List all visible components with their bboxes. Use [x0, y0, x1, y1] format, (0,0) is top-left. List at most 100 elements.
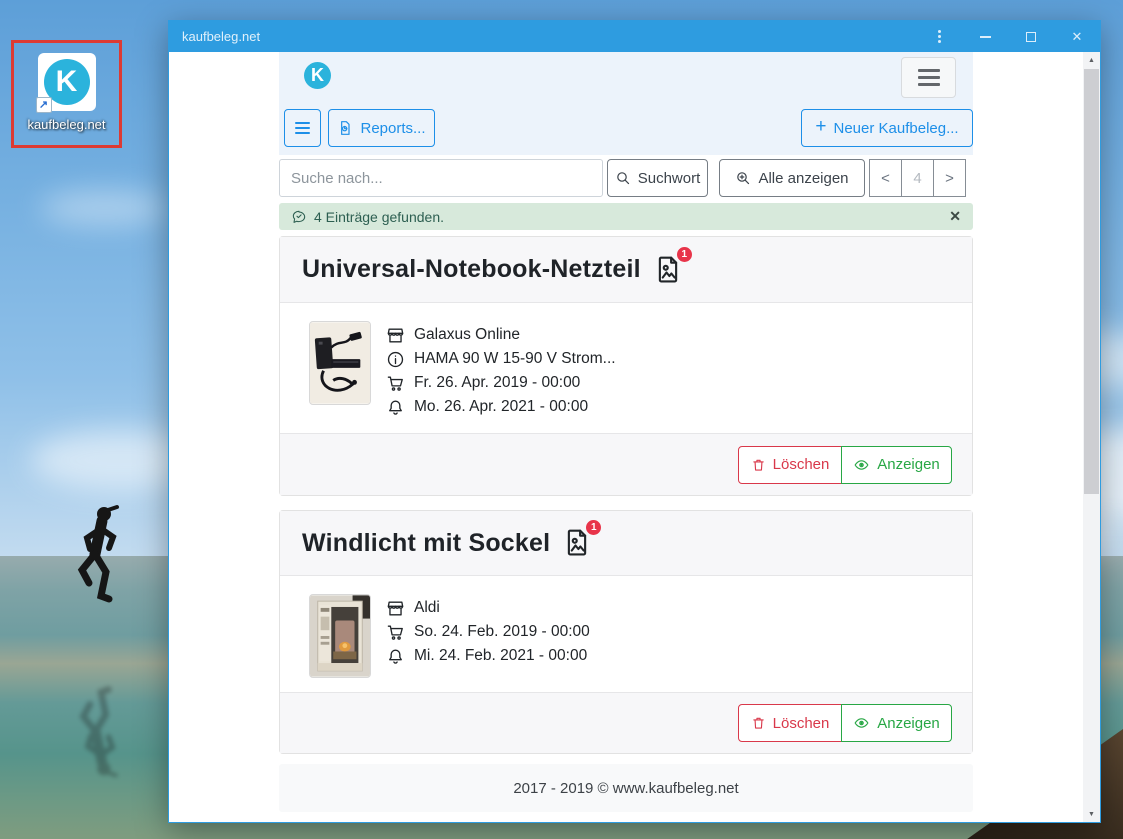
close-icon: ✕	[1072, 29, 1083, 45]
chat-check-icon	[291, 209, 307, 225]
eye-icon	[853, 715, 870, 731]
hamburger-icon	[295, 119, 310, 137]
menu-button[interactable]	[284, 109, 321, 147]
eye-icon	[853, 457, 870, 473]
purchase-date: Fr. 26. Apr. 2019 - 00:00	[414, 374, 580, 392]
close-button[interactable]: ✕	[1054, 21, 1100, 52]
reminder-date: Mi. 24. Feb. 2021 - 00:00	[414, 647, 587, 665]
purchase-date: So. 24. Feb. 2019 - 00:00	[414, 623, 590, 641]
app-footer: 2017 - 2019 © www.kaufbeleg.net	[279, 764, 973, 812]
jogger-silhouette	[62, 502, 142, 652]
scrollbar-thumb[interactable]	[1084, 69, 1099, 494]
new-kaufbeleg-label: Neuer Kaufbeleg...	[834, 120, 959, 137]
kebab-menu-icon	[938, 28, 941, 45]
bell-icon	[386, 647, 405, 666]
shop-name: Galaxus Online	[414, 326, 520, 344]
photos-icon: 1	[653, 253, 685, 287]
delete-label: Löschen	[773, 715, 830, 732]
entry-header: Windlicht mit Sockel 1	[280, 511, 972, 576]
entry-body: Aldi So. 24. Feb. 2019 - 00:00	[280, 576, 972, 692]
show-all-button[interactable]: Alle anzeigen	[719, 159, 865, 197]
search-input[interactable]	[279, 159, 603, 197]
view-label: Anzeigen	[877, 456, 940, 473]
search-icon	[615, 170, 631, 186]
view-label: Anzeigen	[877, 715, 940, 732]
brand-letter: K	[311, 65, 324, 86]
photos-icon: 1	[562, 526, 594, 560]
minimize-button[interactable]	[962, 21, 1008, 52]
cart-icon	[386, 623, 405, 642]
bell-icon	[386, 398, 405, 417]
brand-logo-icon: K	[304, 62, 331, 89]
minimize-icon	[980, 36, 991, 38]
cart-icon	[386, 374, 405, 393]
scroll-up-button[interactable]: ▲	[1083, 52, 1100, 68]
entry-details: Galaxus Online HAMA 90 W 15-90 V Strom..…	[386, 321, 616, 419]
maximize-button[interactable]	[1008, 21, 1054, 52]
report-icon	[337, 120, 353, 136]
info-icon	[386, 350, 405, 369]
app-icon-tile: K ↗	[38, 53, 96, 111]
entry-card: Universal-Notebook-Netzteil 1	[279, 236, 973, 496]
toolbar: Reports... + Neuer Kaufbeleg...	[284, 109, 973, 147]
entry-card: Windlicht mit Sockel 1	[279, 510, 973, 754]
entry-header: Universal-Notebook-Netzteil 1	[280, 237, 972, 303]
entry-title: Windlicht mit Sockel	[302, 529, 550, 558]
reminder-date-row: Mo. 26. Apr. 2021 - 00:00	[386, 395, 616, 419]
product-photo	[309, 594, 371, 678]
alert-text: 4 Einträge gefunden.	[314, 209, 444, 225]
view-button[interactable]: Anzeigen	[841, 704, 952, 742]
navbar-toggler-button[interactable]	[901, 57, 956, 98]
shop-row: Galaxus Online	[386, 323, 616, 347]
search-button[interactable]: Suchwort	[607, 159, 708, 197]
search-row: Suchwort Alle anzeigen < 4 >	[279, 159, 973, 197]
entry-details: Aldi So. 24. Feb. 2019 - 00:00	[386, 594, 590, 678]
alert-close-icon[interactable]: ✕	[949, 208, 961, 225]
reminder-date-row: Mi. 24. Feb. 2021 - 00:00	[386, 644, 590, 668]
window-menu-button[interactable]	[916, 21, 962, 52]
new-kaufbeleg-button[interactable]: + Neuer Kaufbeleg...	[801, 109, 973, 147]
delete-label: Löschen	[773, 456, 830, 473]
content-container: K Reports... +	[279, 52, 973, 812]
next-page-button[interactable]: >	[933, 159, 966, 197]
window-client-area: K Reports... +	[169, 52, 1100, 822]
storefront-icon	[386, 599, 405, 618]
entry-footer: Löschen Anzeigen	[280, 692, 972, 753]
window-titlebar[interactable]: kaufbeleg.net ✕	[169, 21, 1100, 52]
delete-button[interactable]: Löschen	[738, 446, 842, 484]
view-button[interactable]: Anzeigen	[841, 446, 952, 484]
shop-name: Aldi	[414, 599, 440, 617]
shortcut-arrow-icon: ↗	[36, 97, 52, 113]
purchase-date-row: Fr. 26. Apr. 2019 - 00:00	[386, 371, 616, 395]
scroll-down-button[interactable]: ▼	[1083, 806, 1100, 822]
photo-count-badge: 1	[677, 247, 692, 262]
jogger-reflection	[62, 640, 142, 780]
entry-footer: Löschen Anzeigen	[280, 433, 972, 495]
shortcut-label: kaufbeleg.net	[27, 117, 105, 132]
search-button-label: Suchwort	[638, 170, 701, 187]
maximize-icon	[1026, 32, 1036, 42]
prev-page-button[interactable]: <	[869, 159, 902, 197]
reports-label: Reports...	[360, 120, 425, 137]
plus-icon: +	[815, 116, 826, 138]
copyright-text: 2017 - 2019 © www.kaufbeleg.net	[513, 780, 738, 797]
logo-letter: K	[56, 65, 78, 99]
reminder-date: Mo. 26. Apr. 2021 - 00:00	[414, 398, 588, 416]
product-photo	[309, 321, 371, 405]
hamburger-icon	[918, 69, 940, 71]
entry-title: Universal-Notebook-Netzteil	[302, 255, 641, 284]
current-page-button[interactable]: 4	[901, 159, 934, 197]
info-text: HAMA 90 W 15-90 V Strom...	[414, 350, 616, 368]
photo-count-badge: 1	[586, 520, 601, 535]
result-alert: 4 Einträge gefunden. ✕	[279, 203, 973, 230]
shop-row: Aldi	[386, 596, 590, 620]
storefront-icon	[386, 326, 405, 345]
search-plus-icon	[735, 170, 751, 186]
delete-button[interactable]: Löschen	[738, 704, 842, 742]
window-title: kaufbeleg.net	[182, 29, 916, 44]
desktop-shortcut-kaufbeleg[interactable]: K ↗ kaufbeleg.net	[11, 40, 122, 148]
purchase-date-row: So. 24. Feb. 2019 - 00:00	[386, 620, 590, 644]
vertical-scrollbar[interactable]: ▲ ▼	[1083, 52, 1100, 822]
entry-body: Galaxus Online HAMA 90 W 15-90 V Strom..…	[280, 303, 972, 433]
reports-button[interactable]: Reports...	[328, 109, 435, 147]
